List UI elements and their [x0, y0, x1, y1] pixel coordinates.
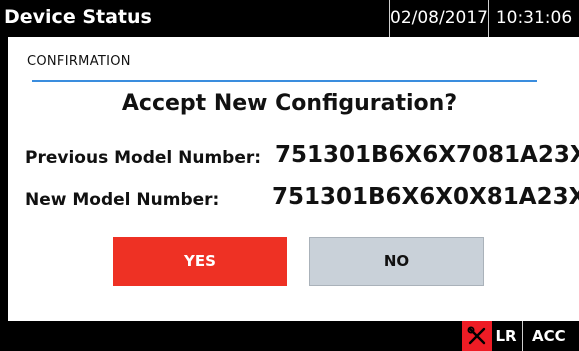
title-bar: Device Status 02/08/2017 10:31:06: [0, 0, 579, 37]
left-frame: [0, 37, 8, 321]
acc-indicator[interactable]: ACC: [522, 321, 579, 351]
section-label: CONFIRMATION: [27, 54, 131, 69]
new-model-value: 751301B6X6X0X81A23X: [272, 184, 579, 210]
previous-model-label: Previous Model Number:: [25, 148, 262, 168]
yes-button[interactable]: YES: [113, 237, 287, 286]
dialog-heading: Accept New Configuration?: [121, 91, 458, 116]
date-display: 02/08/2017: [389, 0, 488, 37]
lr-indicator[interactable]: LR: [492, 321, 520, 351]
section-divider: [32, 80, 537, 82]
new-model-label: New Model Number:: [25, 190, 220, 210]
maintenance-indicator[interactable]: [462, 321, 492, 351]
wrench-screwdriver-icon: [467, 326, 486, 345]
time-display: 10:31:06: [488, 0, 579, 37]
no-button[interactable]: NO: [309, 237, 484, 286]
previous-model-value: 751301B6X6X7081A23X: [275, 142, 579, 168]
page-title: Device Status: [4, 6, 152, 28]
